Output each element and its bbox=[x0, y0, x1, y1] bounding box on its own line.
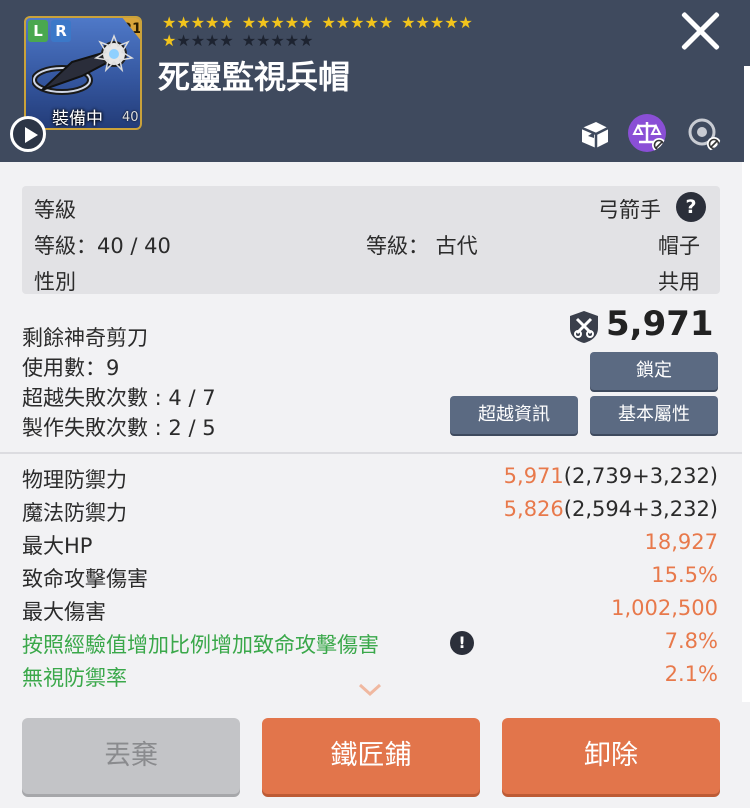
stat-value: 5,826(2,594+3,232) bbox=[504, 497, 718, 521]
stat-value: 18,927 bbox=[644, 530, 718, 554]
base-attributes-button[interactable]: 基本屬性 bbox=[590, 396, 718, 434]
stat-value: 1,002,500 bbox=[611, 596, 718, 620]
item-title: 死靈監視兵帽 bbox=[158, 58, 351, 96]
stat-value: 5,971(2,739+3,232) bbox=[504, 464, 718, 488]
star-group-2: ★★★★★ bbox=[241, 13, 314, 32]
share-icon[interactable] bbox=[576, 114, 614, 152]
type-value: 帽子 bbox=[658, 234, 700, 258]
stat-value: 7.8% bbox=[664, 629, 718, 653]
star-group-5: ★ bbox=[162, 31, 177, 50]
stat-total: 5,971 bbox=[503, 464, 564, 488]
level-value: 等級：40 / 40 bbox=[34, 234, 171, 258]
stat-total: 5,826 bbox=[503, 497, 564, 521]
stat-name: 按照經驗值增加比例增加致命攻擊傷害 bbox=[22, 633, 379, 657]
scroll-track bbox=[742, 162, 750, 702]
stat-name: 最大傷害 bbox=[22, 600, 106, 624]
transcend-info-button[interactable]: 超越資訊 bbox=[450, 396, 578, 434]
stat-name: 最大HP bbox=[22, 534, 93, 558]
stat-row: 致命攻擊傷害 15.5% bbox=[22, 563, 718, 595]
info-exclamation-icon[interactable]: ! bbox=[450, 631, 474, 655]
stat-row: 最大傷害 1,002,500 bbox=[22, 596, 718, 628]
stat-name: 魔法防禦力 bbox=[22, 501, 127, 525]
grade-value: 等級： 古代 bbox=[366, 234, 478, 258]
level-label: 等級 bbox=[34, 198, 76, 222]
info-panel: 等級 弓箭手 ? 等級：40 / 40 等級： 古代 帽子 性別 共用 bbox=[22, 186, 720, 294]
lock-button[interactable]: 鎖定 bbox=[590, 352, 718, 390]
stat-value: 15.5% bbox=[651, 563, 718, 587]
stat-row: 魔法防禦力 5,826(2,594+3,232) bbox=[22, 497, 718, 529]
reset-disabled-icon[interactable] bbox=[684, 114, 722, 152]
icon-level: 40 bbox=[122, 110, 139, 125]
item-icon[interactable]: L R 21 裝備中 40 bbox=[24, 16, 142, 130]
discard-button[interactable]: 丟棄 bbox=[22, 718, 240, 794]
craft-fail-count: 製作失敗次數 : 2 / 5 bbox=[22, 416, 216, 440]
scissors-label: 剩餘神奇剪刀 bbox=[22, 326, 148, 350]
play-button[interactable] bbox=[10, 116, 46, 152]
gender-value: 共用 bbox=[658, 270, 700, 294]
star-group-7: ★★★★★ bbox=[241, 31, 314, 50]
transcend-fail-count: 超越失敗次數 : 4 / 7 bbox=[22, 386, 216, 410]
divider bbox=[0, 452, 742, 454]
stat-detail: (2,594+3,232) bbox=[563, 497, 718, 521]
helmet-art-icon bbox=[32, 33, 135, 95]
stat-row: 最大HP 18,927 bbox=[22, 530, 718, 562]
stat-name: 致命攻擊傷害 bbox=[22, 567, 148, 591]
badge-r: R bbox=[51, 20, 71, 42]
uses-count: 使用數：9 bbox=[22, 356, 120, 380]
unequip-button[interactable]: 卸除 bbox=[502, 718, 720, 794]
scissors-count: 5,971 bbox=[606, 304, 714, 344]
star-group-1: ★★★★★ bbox=[162, 13, 234, 32]
blacksmith-button[interactable]: 鐵匠鋪 bbox=[262, 718, 480, 794]
stat-name: 無視防禦率 bbox=[22, 666, 127, 690]
scissors-icon bbox=[568, 148, 600, 182]
action-bar: 丟棄 鐵匠鋪 卸除 bbox=[0, 702, 750, 808]
star-group-6: ★★★★ bbox=[176, 31, 234, 50]
scale-compare-icon[interactable] bbox=[628, 114, 666, 152]
star-rating: ★★★★★ ★★★★★ ★★★★★ ★★★★★ ★★★★★ ★★★★★ bbox=[162, 14, 562, 50]
item-header: L R 21 裝備中 40 ★★★★★ ★★★★★ ★★★★★ ★★★★★ ★★★★★… bbox=[0, 0, 750, 162]
equipped-label: 裝備中 bbox=[52, 109, 103, 129]
badge-l: L bbox=[28, 20, 48, 42]
stat-row: 按照經驗值增加比例增加致命攻擊傷害 ! 7.8% bbox=[22, 629, 718, 661]
help-icon[interactable]: ? bbox=[676, 192, 706, 222]
gender-label: 性別 bbox=[34, 270, 76, 294]
stat-detail: (2,739+3,232) bbox=[563, 464, 718, 488]
scrollbar[interactable] bbox=[744, 66, 750, 162]
stat-value: 2.1% bbox=[664, 662, 718, 686]
close-icon[interactable] bbox=[678, 8, 724, 54]
stat-row: 物理防禦力 5,971(2,739+3,232) bbox=[22, 464, 718, 496]
shield-scissors-icon bbox=[570, 311, 598, 343]
item-detail-content: 等級 弓箭手 ? 等級：40 / 40 等級： 古代 帽子 性別 共用 剩餘神奇… bbox=[0, 162, 742, 702]
scroll-down-chevron-icon[interactable] bbox=[357, 682, 383, 698]
job-label: 弓箭手 bbox=[598, 198, 661, 222]
stat-name: 物理防禦力 bbox=[22, 468, 127, 492]
star-group-3: ★★★★★ bbox=[321, 13, 394, 32]
star-group-4: ★★★★★ bbox=[401, 13, 473, 32]
